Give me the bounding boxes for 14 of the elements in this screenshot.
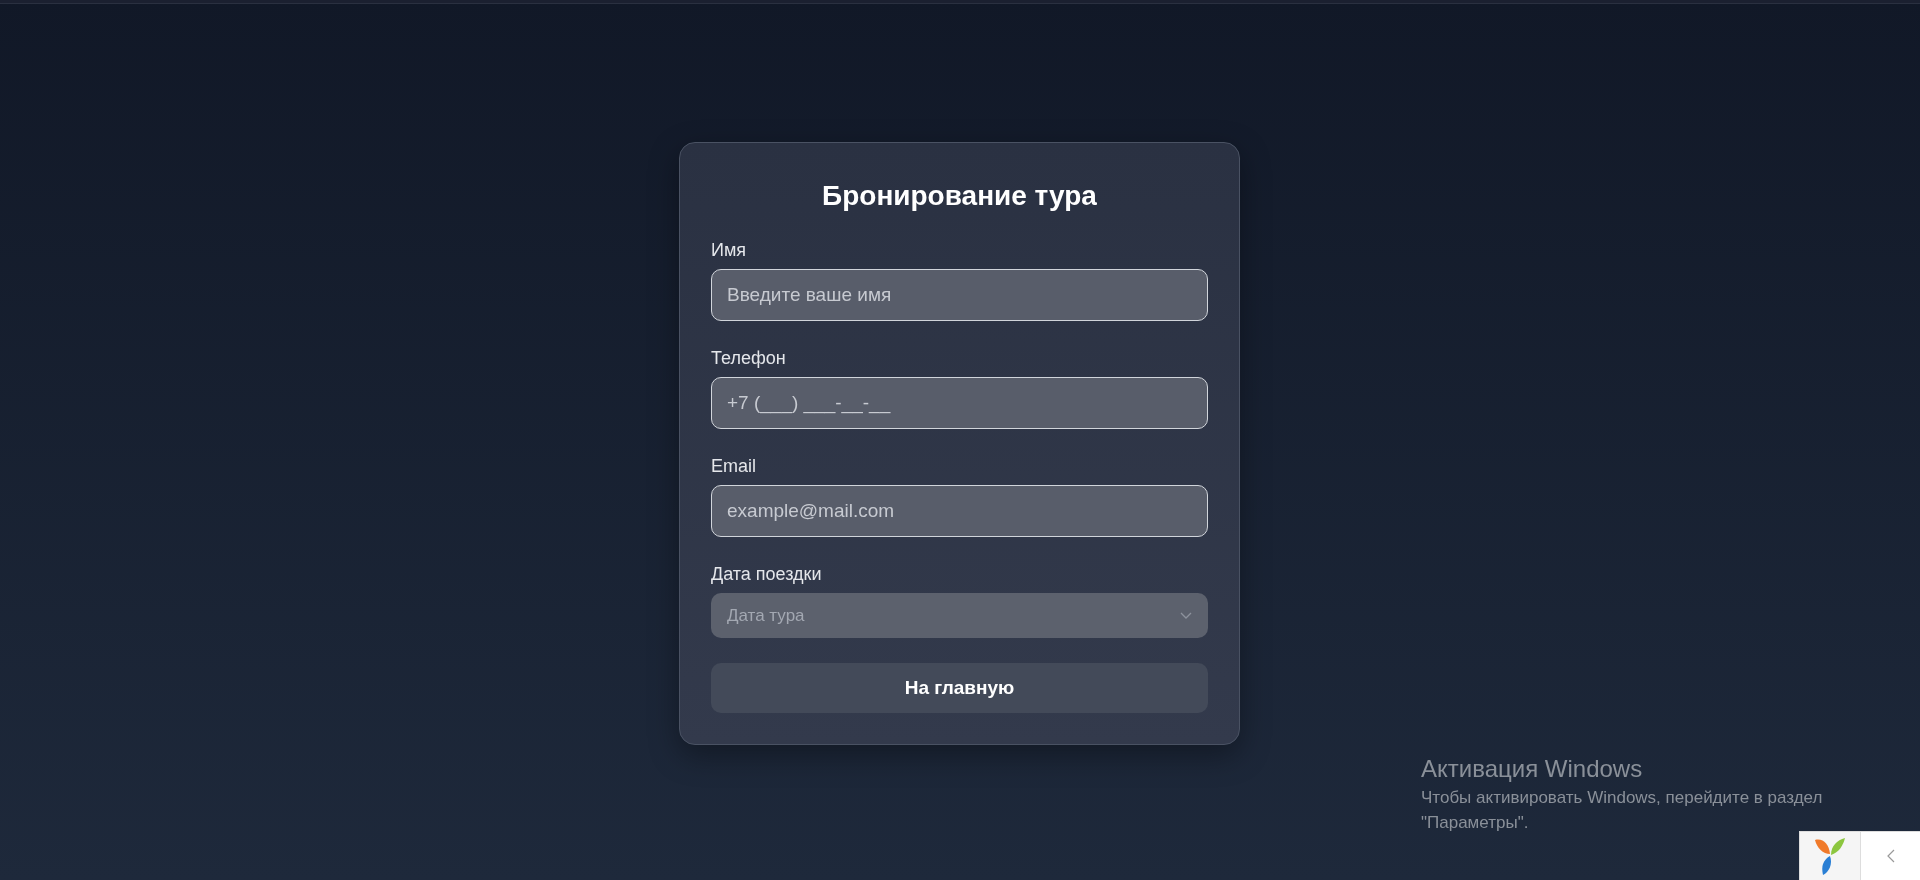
logo-icon[interactable] xyxy=(1813,836,1847,876)
home-button[interactable]: На главную xyxy=(711,663,1208,713)
input-field[interactable]: +7 (___) ___-__-__ xyxy=(711,377,1208,429)
field-label: Email xyxy=(711,455,757,478)
field-label: Дата поездки xyxy=(711,563,823,586)
input-field[interactable]: Введите ваше имя xyxy=(711,269,1208,321)
form-title: Бронирование тура xyxy=(821,179,1098,213)
chevron-down-icon xyxy=(1180,611,1192,620)
field-label: Имя xyxy=(711,239,748,262)
field-label: Телефон xyxy=(711,347,787,370)
activation-title: Активация Windows xyxy=(1421,754,1644,784)
activation-text: Чтобы активировать Windows, перейдите в раздел "Параметры". xyxy=(1421,787,1824,834)
chevron-icon[interactable] xyxy=(1886,849,1895,863)
input-field[interactable]: example@mail.com xyxy=(711,485,1208,537)
